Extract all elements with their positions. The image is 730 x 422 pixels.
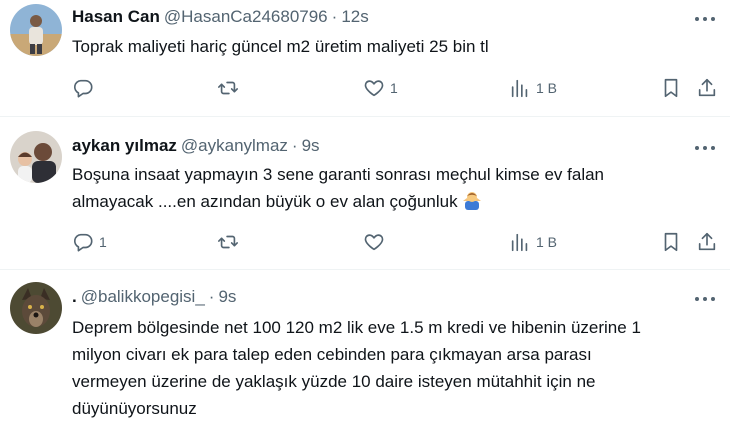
separator-dot: · (331, 7, 338, 26)
heart-icon (364, 80, 384, 97)
tweet-text: Toprak maliyeti hariç güncel m2 üretim m… (72, 33, 722, 60)
tweet-text-line: düyünüyorsunuz (72, 399, 197, 418)
separator-dot: · (208, 287, 215, 306)
avatar[interactable] (10, 131, 62, 183)
display-name[interactable]: aykan yılmaz (72, 136, 177, 155)
heart-icon (364, 234, 384, 251)
more-horizontal-icon[interactable] (692, 138, 718, 158)
tweet-text-line: almayacak ....en azından büyük o ev alan… (72, 192, 458, 211)
username[interactable]: @balikkopegisi_ (81, 287, 205, 306)
reply-icon (74, 233, 93, 252)
username[interactable]: @HasanCa24680796 (164, 7, 328, 26)
views-button[interactable]: 1 B (509, 76, 557, 100)
tweet-actions: 1 1 B (72, 76, 722, 100)
retweet-icon (218, 235, 238, 249)
like-button[interactable]: 1 (363, 76, 398, 100)
avatar[interactable] (10, 282, 62, 334)
timestamp[interactable]: 9s (218, 287, 236, 306)
tweet-text-line: Deprem bölgesinde net 100 120 m2 lik eve… (72, 318, 641, 337)
more-horizontal-icon[interactable] (692, 289, 718, 309)
avatar[interactable] (10, 4, 62, 56)
share-button[interactable] (696, 230, 718, 254)
reply-icon (74, 79, 93, 98)
retweet-button[interactable] (217, 230, 244, 254)
views-button[interactable]: 1 B (509, 230, 557, 254)
reply-button[interactable]: 1 (72, 230, 107, 254)
tweet-header: Hasan Can @HasanCa24680796 · 12s (72, 5, 369, 29)
bookmark-icon (664, 78, 678, 98)
tweet-text-line: Boşuna insaat yapmayın 3 sene garanti so… (72, 165, 605, 184)
views-count: 1 B (536, 80, 558, 96)
person-shrugging-emoji (462, 192, 481, 210)
username[interactable]: @aykanylmaz (181, 136, 288, 155)
bookmark-icon (664, 232, 678, 252)
reply-count: 1 (99, 234, 107, 250)
tweet-text-line: milyon civarı ek para talep eden cebinde… (72, 345, 592, 364)
tweet-header: aykan yılmaz @aykanylmaz · 9s (72, 134, 320, 158)
timestamp[interactable]: 9s (302, 136, 320, 155)
analytics-icon (511, 233, 528, 252)
tweet-text: Deprem bölgesinde net 100 120 m2 lik eve… (72, 314, 722, 422)
tweet[interactable]: Hasan Can @HasanCa24680796 · 12s Toprak mal… (0, 0, 730, 116)
retweet-button[interactable] (217, 76, 244, 100)
analytics-icon (511, 79, 528, 98)
views-count: 1 B (536, 234, 558, 250)
tweet-text: Boşuna insaat yapmayın 3 sene garanti so… (72, 161, 722, 215)
bookmark-button[interactable] (660, 76, 682, 100)
tweet[interactable]: aykan yılmaz @aykanylmaz · 9s Boşuna insaat… (0, 117, 730, 269)
separator-dot: · (291, 136, 298, 155)
share-icon (698, 78, 716, 97)
display-name[interactable]: Hasan Can (72, 7, 160, 26)
share-icon (698, 232, 716, 251)
like-button[interactable] (363, 230, 390, 254)
like-count: 1 (390, 80, 398, 96)
tweet-text-line: vermeyen üzerine de yaklaşık yüzde 10 da… (72, 372, 596, 391)
display-name[interactable]: . (72, 287, 77, 306)
reply-button[interactable] (72, 76, 99, 100)
more-horizontal-icon[interactable] (692, 9, 718, 29)
tweet-text-line: Toprak maliyeti hariç güncel m2 üretim m… (72, 37, 489, 56)
retweet-icon (218, 81, 238, 95)
bookmark-button[interactable] (660, 230, 682, 254)
tweet-actions: 1 1 B (72, 230, 722, 254)
timestamp[interactable]: 12s (341, 7, 368, 26)
share-button[interactable] (696, 76, 718, 100)
tweet-header: . @balikkopegisi_ · 9s (72, 285, 236, 309)
tweet[interactable]: . @balikkopegisi_ · 9s Deprem bölgesinde ne… (0, 270, 730, 420)
